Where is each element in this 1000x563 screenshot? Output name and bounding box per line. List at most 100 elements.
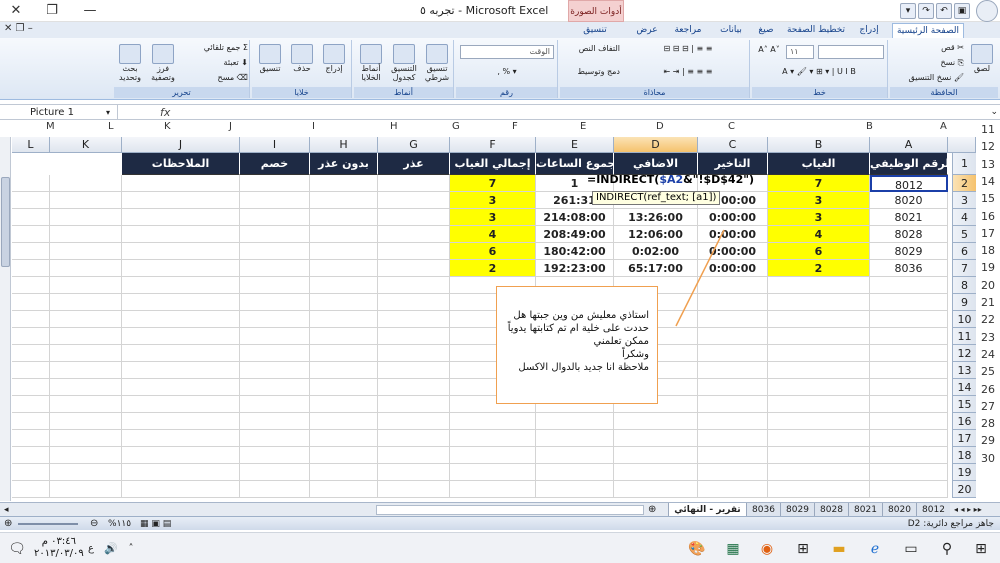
table-cell[interactable]	[870, 277, 948, 294]
copy-button[interactable]: نسخ ⎘	[896, 58, 964, 68]
table-cell[interactable]	[12, 379, 50, 396]
table-cell[interactable]: 8028	[870, 226, 948, 243]
row-header[interactable]: 3	[952, 192, 976, 209]
table-cell[interactable]	[310, 226, 378, 243]
table-cell[interactable]	[122, 226, 240, 243]
table-cell[interactable]	[50, 430, 122, 447]
table-cell[interactable]	[12, 413, 50, 430]
table-cell[interactable]	[240, 464, 310, 481]
sheet-tab-8012[interactable]: 8012	[916, 503, 950, 517]
conditional-format-button[interactable]: تنسيق شرطي	[422, 44, 452, 82]
customize-qat-icon[interactable]: ▾	[900, 3, 916, 19]
table-cell[interactable]	[310, 481, 378, 498]
vertical-scrollbar[interactable]	[0, 137, 11, 501]
number-format-buttons[interactable]: , % ▾	[460, 67, 554, 76]
table-cell[interactable]	[50, 311, 122, 328]
table-cell[interactable]	[536, 430, 614, 447]
table-header-cell[interactable]: التاخير	[698, 153, 768, 175]
app-edge-icon[interactable]: ℯ	[864, 538, 886, 560]
table-cell[interactable]: 4	[768, 226, 870, 243]
scroll-thumb[interactable]	[1, 177, 10, 267]
table-cell[interactable]: 0:00:00	[698, 243, 768, 260]
row-header[interactable]: 6	[952, 243, 976, 260]
context-tab-picture-tools[interactable]: أدوات الصورة	[568, 0, 624, 22]
table-header-cell[interactable]: عذر	[378, 153, 450, 175]
expand-formula-bar-icon[interactable]: ⌄	[990, 105, 998, 120]
table-cell[interactable]	[378, 430, 450, 447]
table-cell[interactable]	[378, 209, 450, 226]
row-header[interactable]: 12	[952, 345, 976, 362]
table-cell[interactable]	[50, 192, 122, 209]
table-cell[interactable]	[12, 311, 50, 328]
zoom-out-icon[interactable]: ⊖	[90, 517, 98, 531]
table-cell[interactable]	[122, 192, 240, 209]
horizontal-scrollbar[interactable]	[376, 505, 644, 515]
table-cell[interactable]	[12, 464, 50, 481]
table-cell[interactable]: 6	[768, 243, 870, 260]
table-cell[interactable]: 8036	[870, 260, 948, 277]
number-format-select[interactable]: الوقت	[460, 45, 554, 59]
table-cell[interactable]	[614, 464, 698, 481]
office-button[interactable]	[976, 0, 998, 22]
table-cell[interactable]	[122, 243, 240, 260]
table-cell[interactable]: 0:00:00	[698, 260, 768, 277]
delete-button[interactable]: حذف	[288, 44, 316, 73]
font-grow-shrink-buttons[interactable]: A˄ A˅	[754, 45, 784, 54]
table-cell[interactable]	[698, 277, 768, 294]
table-cell[interactable]	[768, 413, 870, 430]
table-cell[interactable]	[50, 328, 122, 345]
task-view-icon[interactable]: ▭	[900, 538, 922, 560]
table-cell[interactable]	[378, 311, 450, 328]
table-cell[interactable]	[122, 311, 240, 328]
zoom-in-icon[interactable]: ⊕	[4, 517, 12, 531]
table-cell[interactable]	[240, 209, 310, 226]
sheet-tab-8029[interactable]: 8029	[780, 503, 814, 517]
table-cell[interactable]: 7	[768, 175, 870, 192]
table-cell[interactable]	[698, 328, 768, 345]
table-cell[interactable]	[310, 430, 378, 447]
redo-icon[interactable]: ↷	[918, 3, 934, 19]
table-cell[interactable]: 180:42:00	[536, 243, 614, 260]
in-cell-formula[interactable]: =INDIRECT($A2&"!$D$42")	[587, 173, 754, 186]
table-cell[interactable]	[698, 447, 768, 464]
sheet-tab-8028[interactable]: 8028	[814, 503, 848, 517]
horizontal-align-buttons[interactable]: ⇤ ⇥ | ≡ ≡ ≡	[630, 67, 746, 76]
table-cell[interactable]: 2	[768, 260, 870, 277]
table-cell[interactable]	[122, 260, 240, 277]
table-cell[interactable]: 13:26:00	[614, 209, 698, 226]
table-cell[interactable]	[310, 396, 378, 413]
table-cell[interactable]	[122, 464, 240, 481]
table-cell[interactable]	[536, 413, 614, 430]
tray-chevron-icon[interactable]: ˄	[120, 538, 142, 560]
table-cell[interactable]	[240, 328, 310, 345]
table-cell[interactable]	[870, 345, 948, 362]
zoom-control[interactable]: ⊕ ⊖ %١١٥ ▦ ▣ ▤	[4, 517, 184, 531]
chevron-down-icon[interactable]: ▾	[106, 105, 110, 120]
row-header[interactable]: 9	[952, 294, 976, 311]
table-cell[interactable]	[768, 430, 870, 447]
row-header[interactable]: 2	[952, 175, 976, 192]
table-cell[interactable]	[698, 345, 768, 362]
table-cell[interactable]	[378, 464, 450, 481]
table-cell[interactable]	[614, 481, 698, 498]
table-cell[interactable]	[378, 362, 450, 379]
callout-textbox[interactable]: استاذي معليش من وين جبتها هل حددت على خل…	[496, 286, 658, 404]
table-cell[interactable]	[768, 447, 870, 464]
row-header[interactable]: 8	[952, 277, 976, 294]
table-cell[interactable]	[378, 260, 450, 277]
table-cell[interactable]	[870, 464, 948, 481]
sheet-tab-8020[interactable]: 8020	[882, 503, 916, 517]
tab-formulas[interactable]: صيغ	[752, 23, 780, 38]
clear-button[interactable]: مسح ⌫	[190, 73, 248, 82]
table-cell[interactable]	[50, 379, 122, 396]
table-cell[interactable]	[378, 413, 450, 430]
clock[interactable]: ٠٣:٤٦ م ٢٠١٣/٠٣/٠٩	[34, 536, 84, 560]
column-header-h[interactable]: H	[310, 137, 378, 153]
column-header-e[interactable]: E	[536, 137, 614, 153]
sheet-tab-8021[interactable]: 8021	[848, 503, 882, 517]
volume-icon[interactable]: 🔊	[100, 538, 122, 560]
table-cell[interactable]	[378, 226, 450, 243]
table-cell[interactable]: 8029	[870, 243, 948, 260]
table-cell[interactable]	[122, 447, 240, 464]
table-cell[interactable]: 214:08:00	[536, 209, 614, 226]
